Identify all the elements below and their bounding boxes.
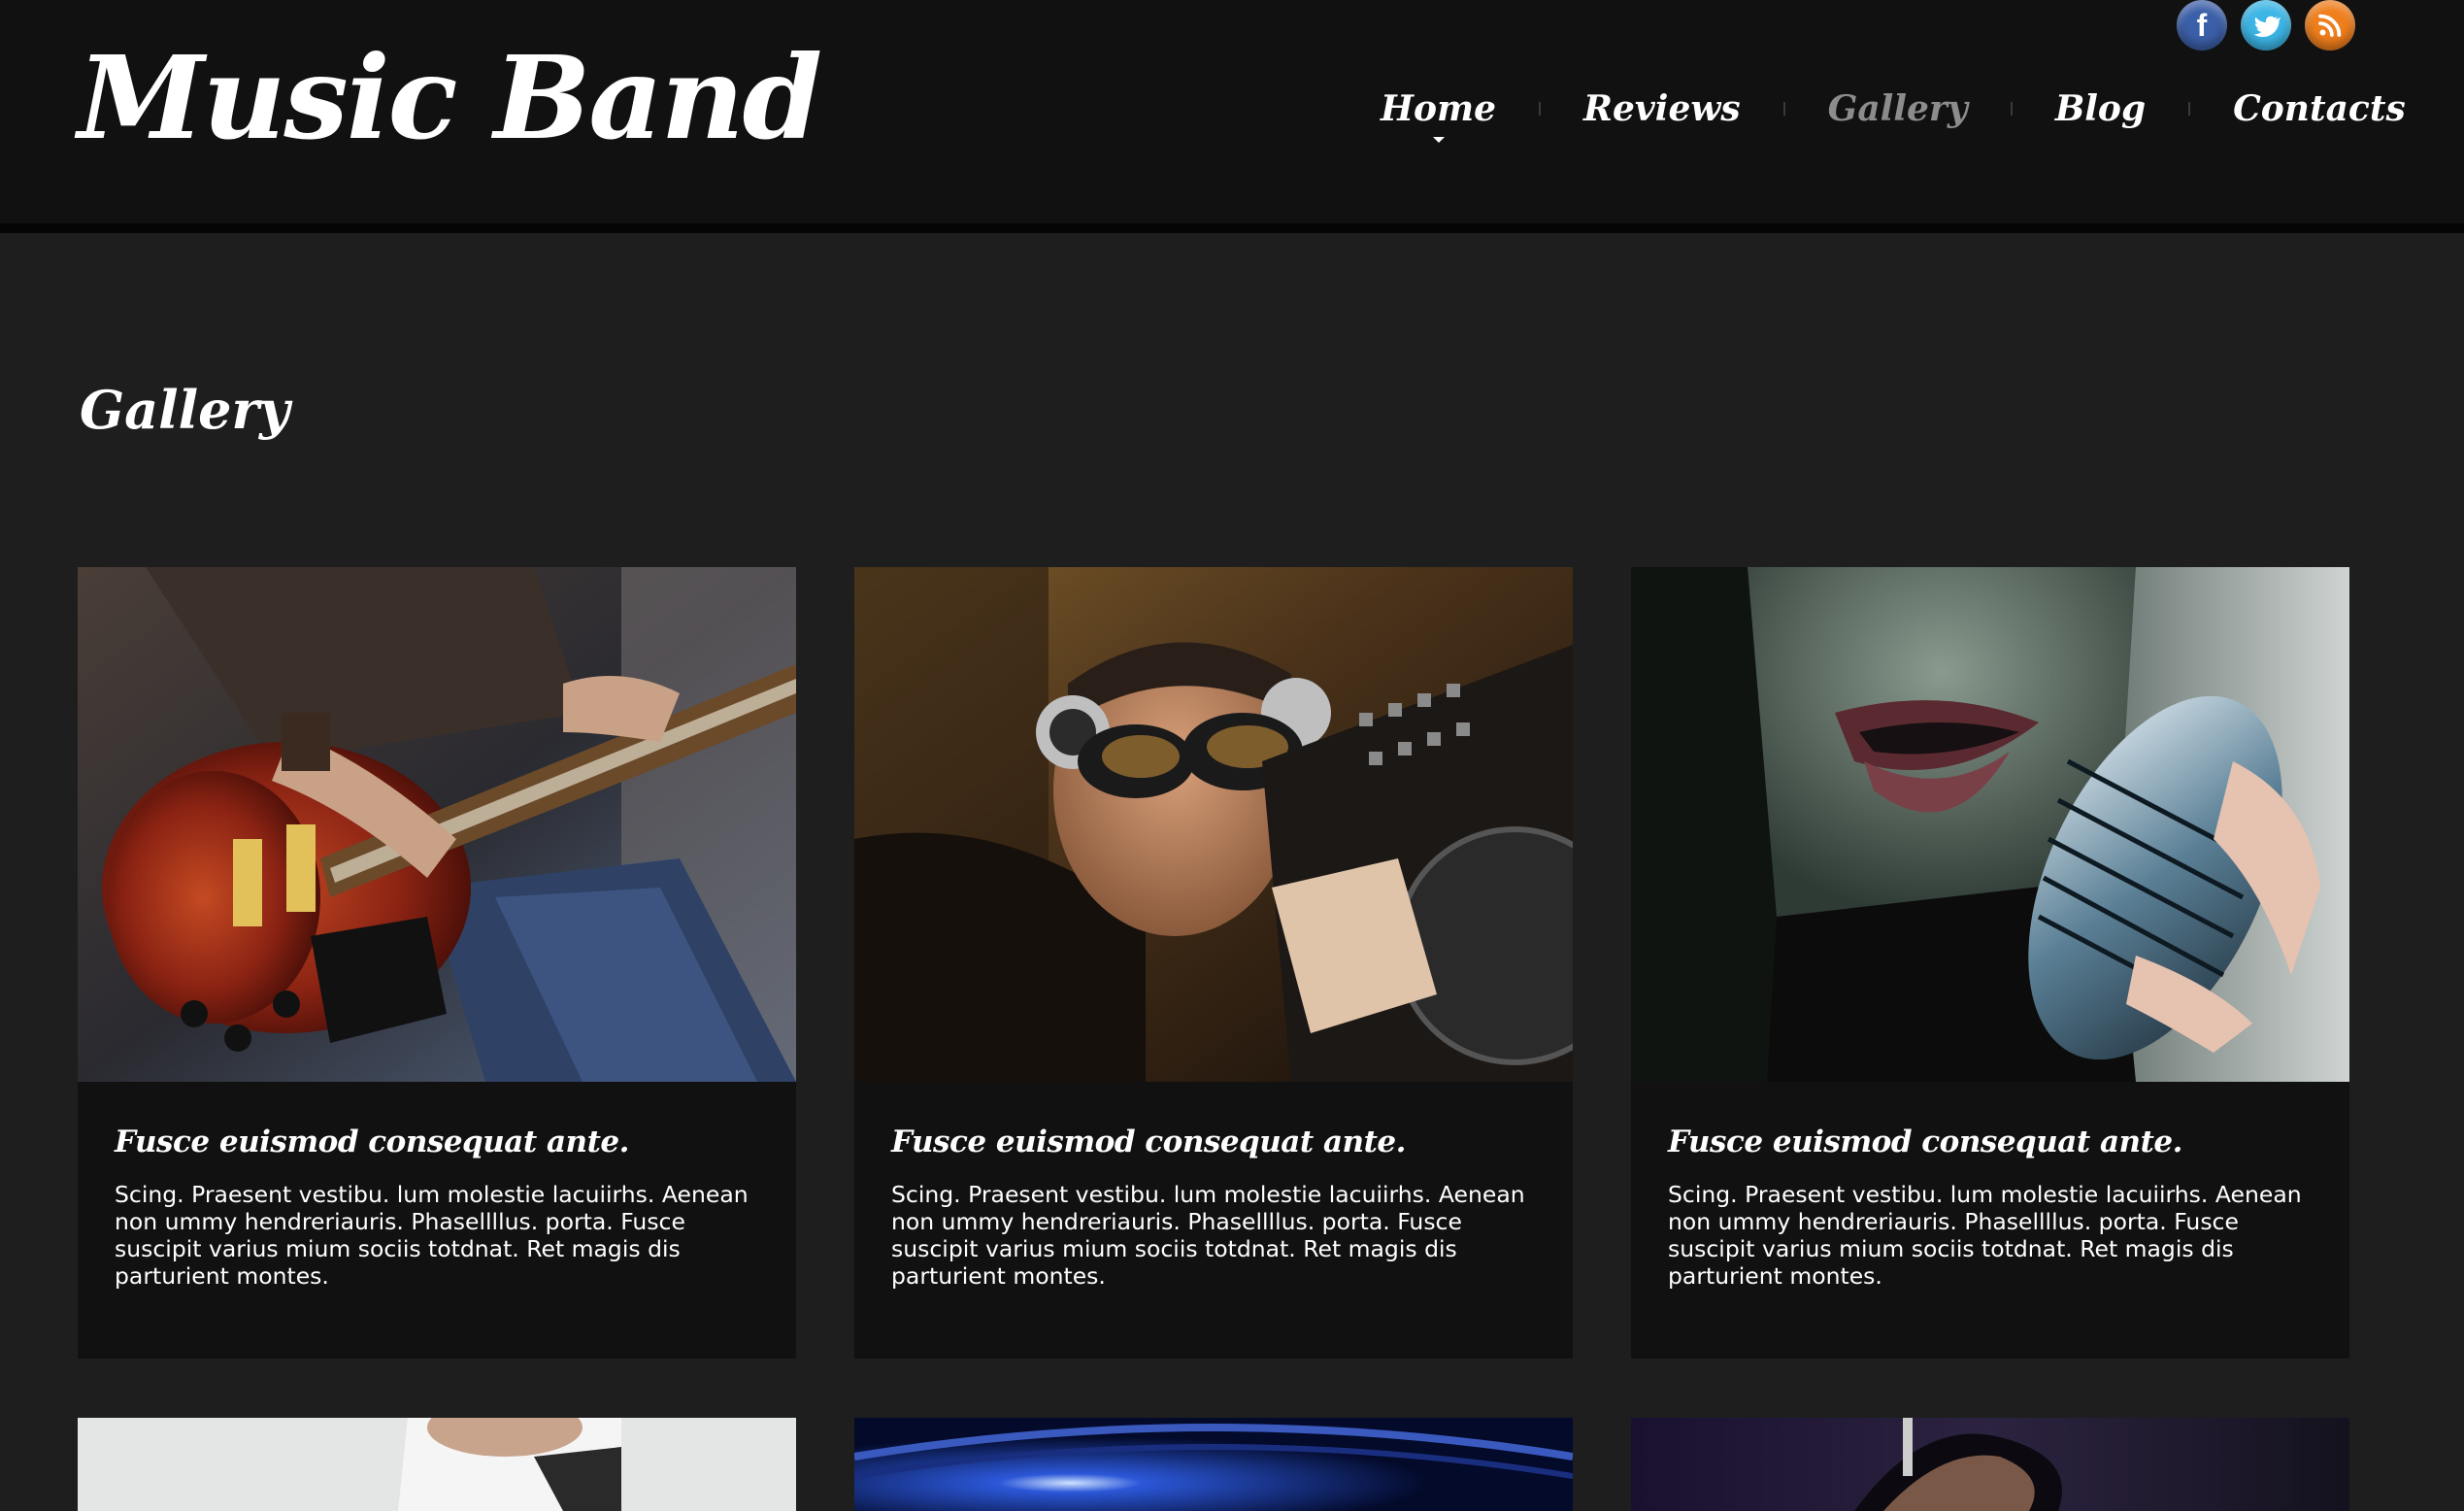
crowd-photo[interactable] bbox=[1631, 1418, 2349, 1511]
card-body: Fusce euismod consequat ante. Scing. Pra… bbox=[78, 1082, 796, 1359]
card-text: Scing. Praesent vestibu. lum molestie la… bbox=[891, 1181, 1525, 1290]
card-body: Fusce euismod consequat ante. Scing. Pra… bbox=[854, 1082, 1573, 1359]
performer-photo[interactable] bbox=[78, 1418, 796, 1511]
twitter-icon[interactable] bbox=[2241, 0, 2291, 50]
card-title[interactable]: Fusce euismod consequat ante. bbox=[1668, 1125, 2313, 1159]
facebook-icon[interactable]: f bbox=[2177, 0, 2227, 50]
nav-item-reviews[interactable]: Reviews bbox=[1541, 88, 1783, 129]
nav-item-contacts[interactable]: Contacts bbox=[2190, 88, 2448, 129]
main-nav: Home Reviews Gallery Blog Contacts bbox=[1338, 78, 2448, 143]
nav-item-home[interactable]: Home bbox=[1338, 88, 1539, 143]
caret-down-icon bbox=[1432, 137, 1445, 143]
nav-item-gallery[interactable]: Gallery bbox=[1785, 88, 2011, 129]
dj-photo[interactable] bbox=[854, 567, 1573, 1082]
gallery-card bbox=[78, 1418, 796, 1511]
gallery-card bbox=[1631, 1418, 2349, 1511]
gallery-card: Fusce euismod consequat ante. Scing. Pra… bbox=[854, 567, 1573, 1359]
nav-item-blog[interactable]: Blog bbox=[2013, 88, 2188, 129]
page-title: Gallery bbox=[80, 379, 290, 441]
nav-item-label: Reviews bbox=[1583, 88, 1741, 129]
card-text: Scing. Praesent vestibu. lum molestie la… bbox=[115, 1181, 749, 1290]
site-header: Music Band f Home Reviews Gallery Blog C… bbox=[0, 0, 2464, 233]
gallery-card bbox=[854, 1418, 1573, 1511]
social-links: f bbox=[2177, 0, 2355, 50]
twitter-bird-glyph bbox=[2253, 16, 2281, 37]
nav-item-label: Gallery bbox=[1827, 88, 1968, 129]
facebook-glyph: f bbox=[2196, 7, 2208, 43]
gallery-card: Fusce euismod consequat ante. Scing. Pra… bbox=[78, 567, 796, 1359]
card-text: Scing. Praesent vestibu. lum molestie la… bbox=[1668, 1181, 2302, 1290]
nav-item-label: Contacts bbox=[2233, 88, 2406, 129]
card-body: Fusce euismod consequat ante. Scing. Pra… bbox=[1631, 1082, 2349, 1359]
singer-photo[interactable] bbox=[1631, 567, 2349, 1082]
card-title[interactable]: Fusce euismod consequat ante. bbox=[891, 1125, 1536, 1159]
stage-lights-photo[interactable] bbox=[854, 1418, 1573, 1511]
gallery-card: Fusce euismod consequat ante. Scing. Pra… bbox=[1631, 567, 2349, 1359]
nav-item-label: Blog bbox=[2054, 88, 2147, 129]
card-title[interactable]: Fusce euismod consequat ante. bbox=[115, 1125, 759, 1159]
rss-icon[interactable] bbox=[2305, 0, 2355, 50]
nav-item-label: Home bbox=[1381, 88, 1497, 129]
rss-glyph bbox=[2318, 14, 2342, 37]
site-logo[interactable]: Music Band bbox=[78, 35, 822, 161]
guitarist-photo[interactable] bbox=[78, 567, 796, 1082]
